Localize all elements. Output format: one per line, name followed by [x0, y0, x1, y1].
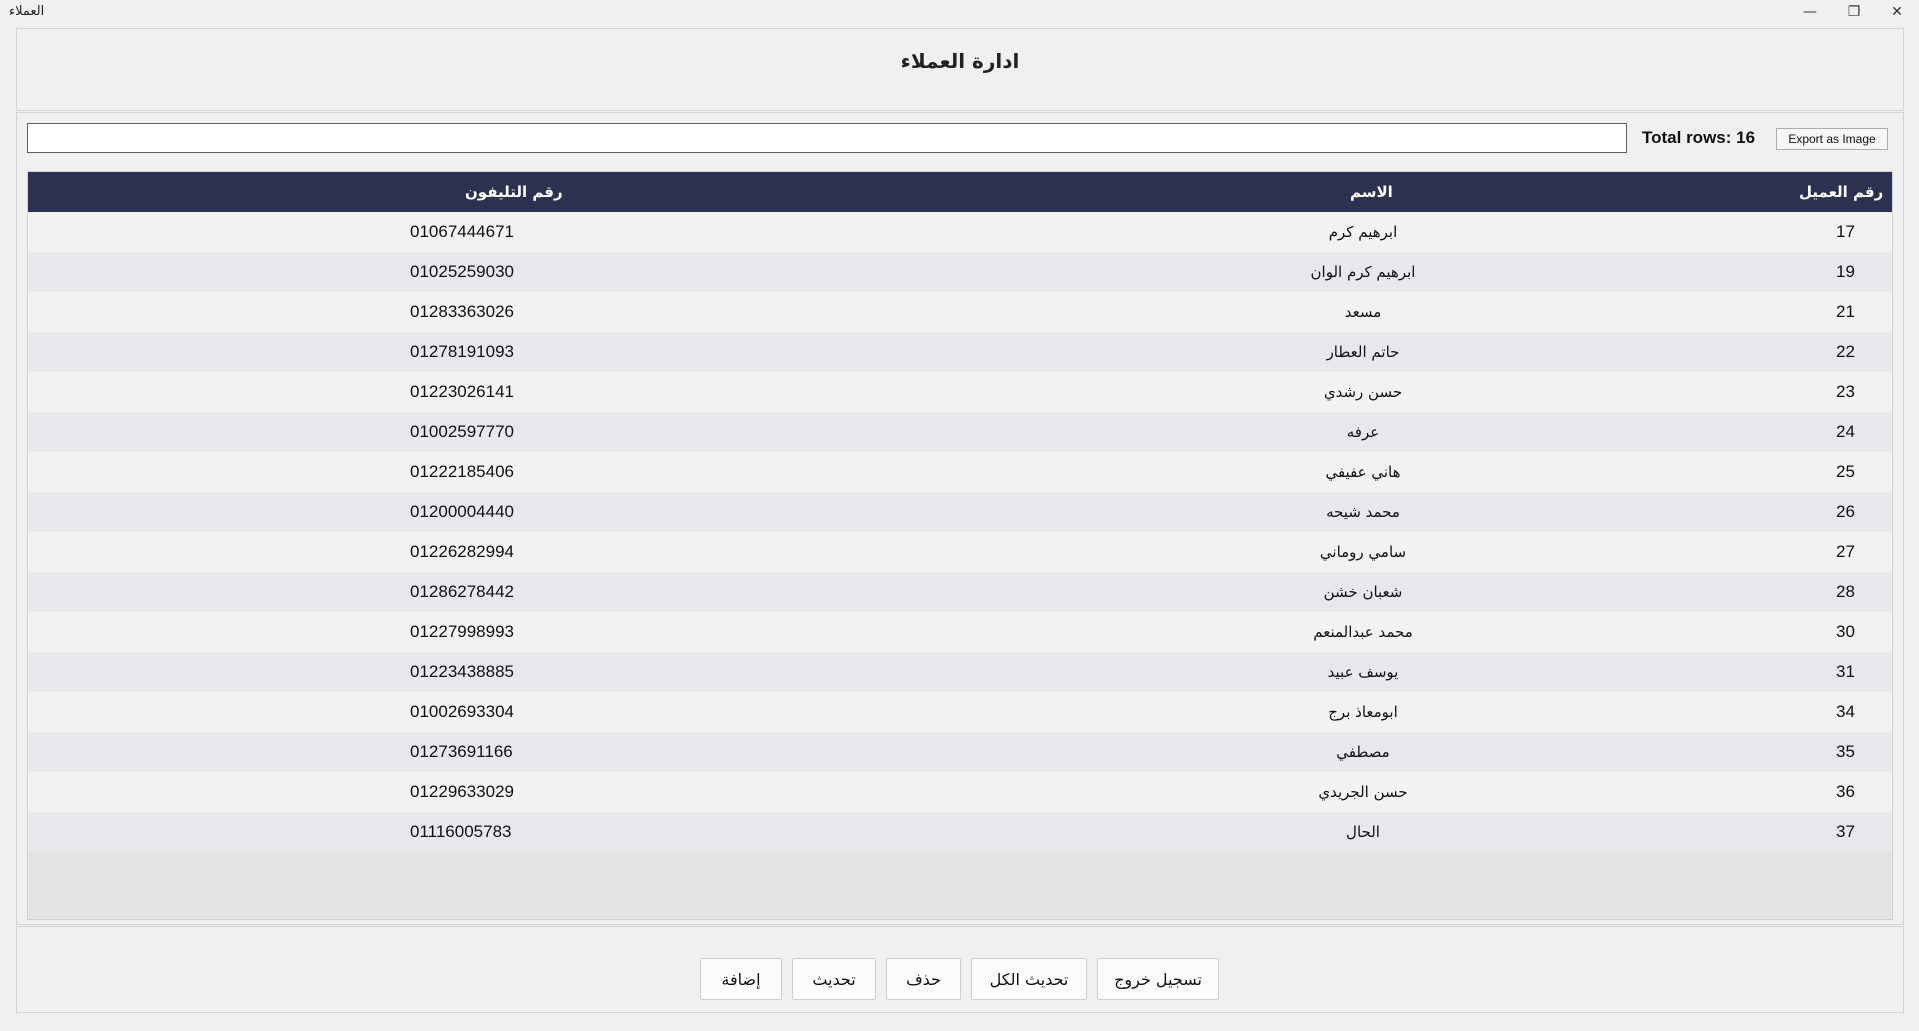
cell-phone: 01278191093 — [410, 342, 515, 361]
cell-name: مصطفي — [1336, 743, 1390, 761]
cell-name: محمد عبدالمنعم — [1313, 623, 1413, 641]
cell-id: 22 — [1836, 342, 1855, 361]
cell-phone: 01002597770 — [410, 422, 515, 441]
table-row[interactable]: 01229633029 حسن الجريدي 36 — [28, 772, 1892, 812]
table-row[interactable]: 01286278442 شعبان خشن 28 — [28, 572, 1892, 612]
table-row[interactable]: 01002597770 عرفه 24 — [28, 412, 1892, 452]
cell-phone: 01025259030 — [410, 262, 515, 281]
cell-id: 25 — [1836, 462, 1855, 481]
cell-id: 27 — [1836, 542, 1855, 561]
table-row[interactable]: 01025259030 ابرهيم كرم الوان 19 — [28, 252, 1892, 292]
delete-button[interactable]: حذف — [886, 958, 961, 1000]
cell-phone: 01200004440 — [410, 502, 515, 521]
cell-phone: 01223438885 — [410, 662, 515, 681]
cell-phone: 01229633029 — [410, 782, 515, 801]
cell-phone: 01273691166 — [410, 742, 513, 761]
cell-id: 30 — [1836, 622, 1855, 641]
table-row[interactable]: 01278191093 حاتم العطار 22 — [28, 332, 1892, 372]
cell-name: محمد شيحه — [1326, 503, 1400, 521]
cell-phone: 01283363026 — [410, 302, 515, 321]
window-title: العملاء — [9, 4, 45, 19]
table-row[interactable]: 01226282994 سامي روماني 27 — [28, 532, 1892, 572]
cell-phone: 01222185406 — [410, 462, 515, 481]
table-row[interactable]: 01273691166 مصطفي 35 — [28, 732, 1892, 772]
table-body: 01067444671 ابرهيم كرم 17 01025259030 ابرهيم… — [28, 212, 1892, 852]
add-button[interactable]: إضافة — [700, 958, 782, 1000]
table-row[interactable]: 01223026141 حسن رشدي 23 — [28, 372, 1892, 412]
page-title: ادارة العملاء — [900, 49, 1020, 73]
customers-table: رقم التليفون الاسم رقم العميل 0106744467… — [27, 171, 1893, 920]
cell-phone: 01067444671 — [410, 222, 515, 241]
cell-name: هاني عفيفي — [1325, 463, 1401, 481]
export-as-image-button[interactable]: Export as Image — [1776, 128, 1888, 150]
cell-name: مسعد — [1344, 303, 1382, 321]
cell-name: عرفه — [1346, 423, 1380, 441]
cell-id: 23 — [1836, 382, 1855, 401]
cell-phone: 01116005783 — [410, 822, 512, 841]
refresh-all-button[interactable]: تحديث الكل — [971, 958, 1087, 1000]
cell-id: 35 — [1836, 742, 1855, 761]
table-row[interactable]: 01200004440 محمد شيحه 26 — [28, 492, 1892, 532]
column-header-id[interactable]: رقم العميل — [1799, 172, 1883, 212]
table-row[interactable]: 01067444671 ابرهيم كرم 17 — [28, 212, 1892, 252]
cell-id: 28 — [1836, 582, 1855, 601]
table-row[interactable]: 01116005783 الحال 37 — [28, 812, 1892, 852]
logout-button[interactable]: تسجيل خروج — [1097, 958, 1219, 1000]
cell-name: شعبان خشن — [1323, 583, 1403, 601]
cell-id: 19 — [1836, 262, 1855, 281]
table-row[interactable]: 01223438885 يوسف عبيد 31 — [28, 652, 1892, 692]
cell-id: 17 — [1836, 222, 1855, 241]
cell-phone: 01227998993 — [410, 622, 515, 641]
update-button[interactable]: تحديث — [792, 958, 876, 1000]
cell-phone: 01002693304 — [410, 702, 515, 721]
cell-name: حسن رشدي — [1323, 383, 1403, 401]
cell-phone: 01223026141 — [410, 382, 515, 401]
cell-name: حسن الجريدي — [1318, 783, 1408, 801]
cell-phone: 01226282994 — [410, 542, 515, 561]
table-row[interactable]: 01227998993 محمد عبدالمنعم 30 — [28, 612, 1892, 652]
table-row[interactable]: 01283363026 مسعد 21 — [28, 292, 1892, 332]
cell-name: يوسف عبيد — [1327, 663, 1399, 681]
cell-id: 37 — [1836, 822, 1855, 841]
total-rows-label: Total rows: 16 — [1642, 128, 1756, 147]
cell-phone: 01286278442 — [410, 582, 515, 601]
table-header: رقم التليفون الاسم رقم العميل — [28, 172, 1892, 212]
close-icon[interactable]: ✕ — [1877, 0, 1917, 24]
header-panel: ادارة العملاء — [16, 28, 1904, 111]
cell-id: 34 — [1836, 702, 1855, 721]
cell-name: ابومعاذ برج — [1328, 703, 1398, 721]
cell-id: 36 — [1836, 782, 1855, 801]
cell-name: الحال — [1346, 823, 1380, 841]
column-header-name[interactable]: الاسم — [1350, 172, 1393, 212]
cell-name: سامي روماني — [1319, 543, 1407, 561]
cell-id: 31 — [1836, 662, 1855, 681]
table-row[interactable]: 01222185406 هاني عفيفي 25 — [28, 452, 1892, 492]
column-header-phone[interactable]: رقم التليفون — [465, 172, 563, 212]
cell-id: 21 — [1836, 302, 1855, 321]
search-input[interactable] — [27, 123, 1627, 153]
cell-name: ابرهيم كرم — [1328, 223, 1398, 241]
cell-id: 24 — [1836, 422, 1855, 441]
restore-icon[interactable]: ❐ — [1834, 0, 1874, 24]
cell-name: ابرهيم كرم الوان — [1310, 263, 1416, 281]
cell-name: حاتم العطار — [1326, 343, 1400, 361]
window-titlebar: العملاء — ❐ ✕ — [0, 0, 1919, 24]
cell-id: 26 — [1836, 502, 1855, 521]
table-row[interactable]: 01002693304 ابومعاذ برج 34 — [28, 692, 1892, 732]
minimize-icon[interactable]: — — [1790, 0, 1830, 24]
